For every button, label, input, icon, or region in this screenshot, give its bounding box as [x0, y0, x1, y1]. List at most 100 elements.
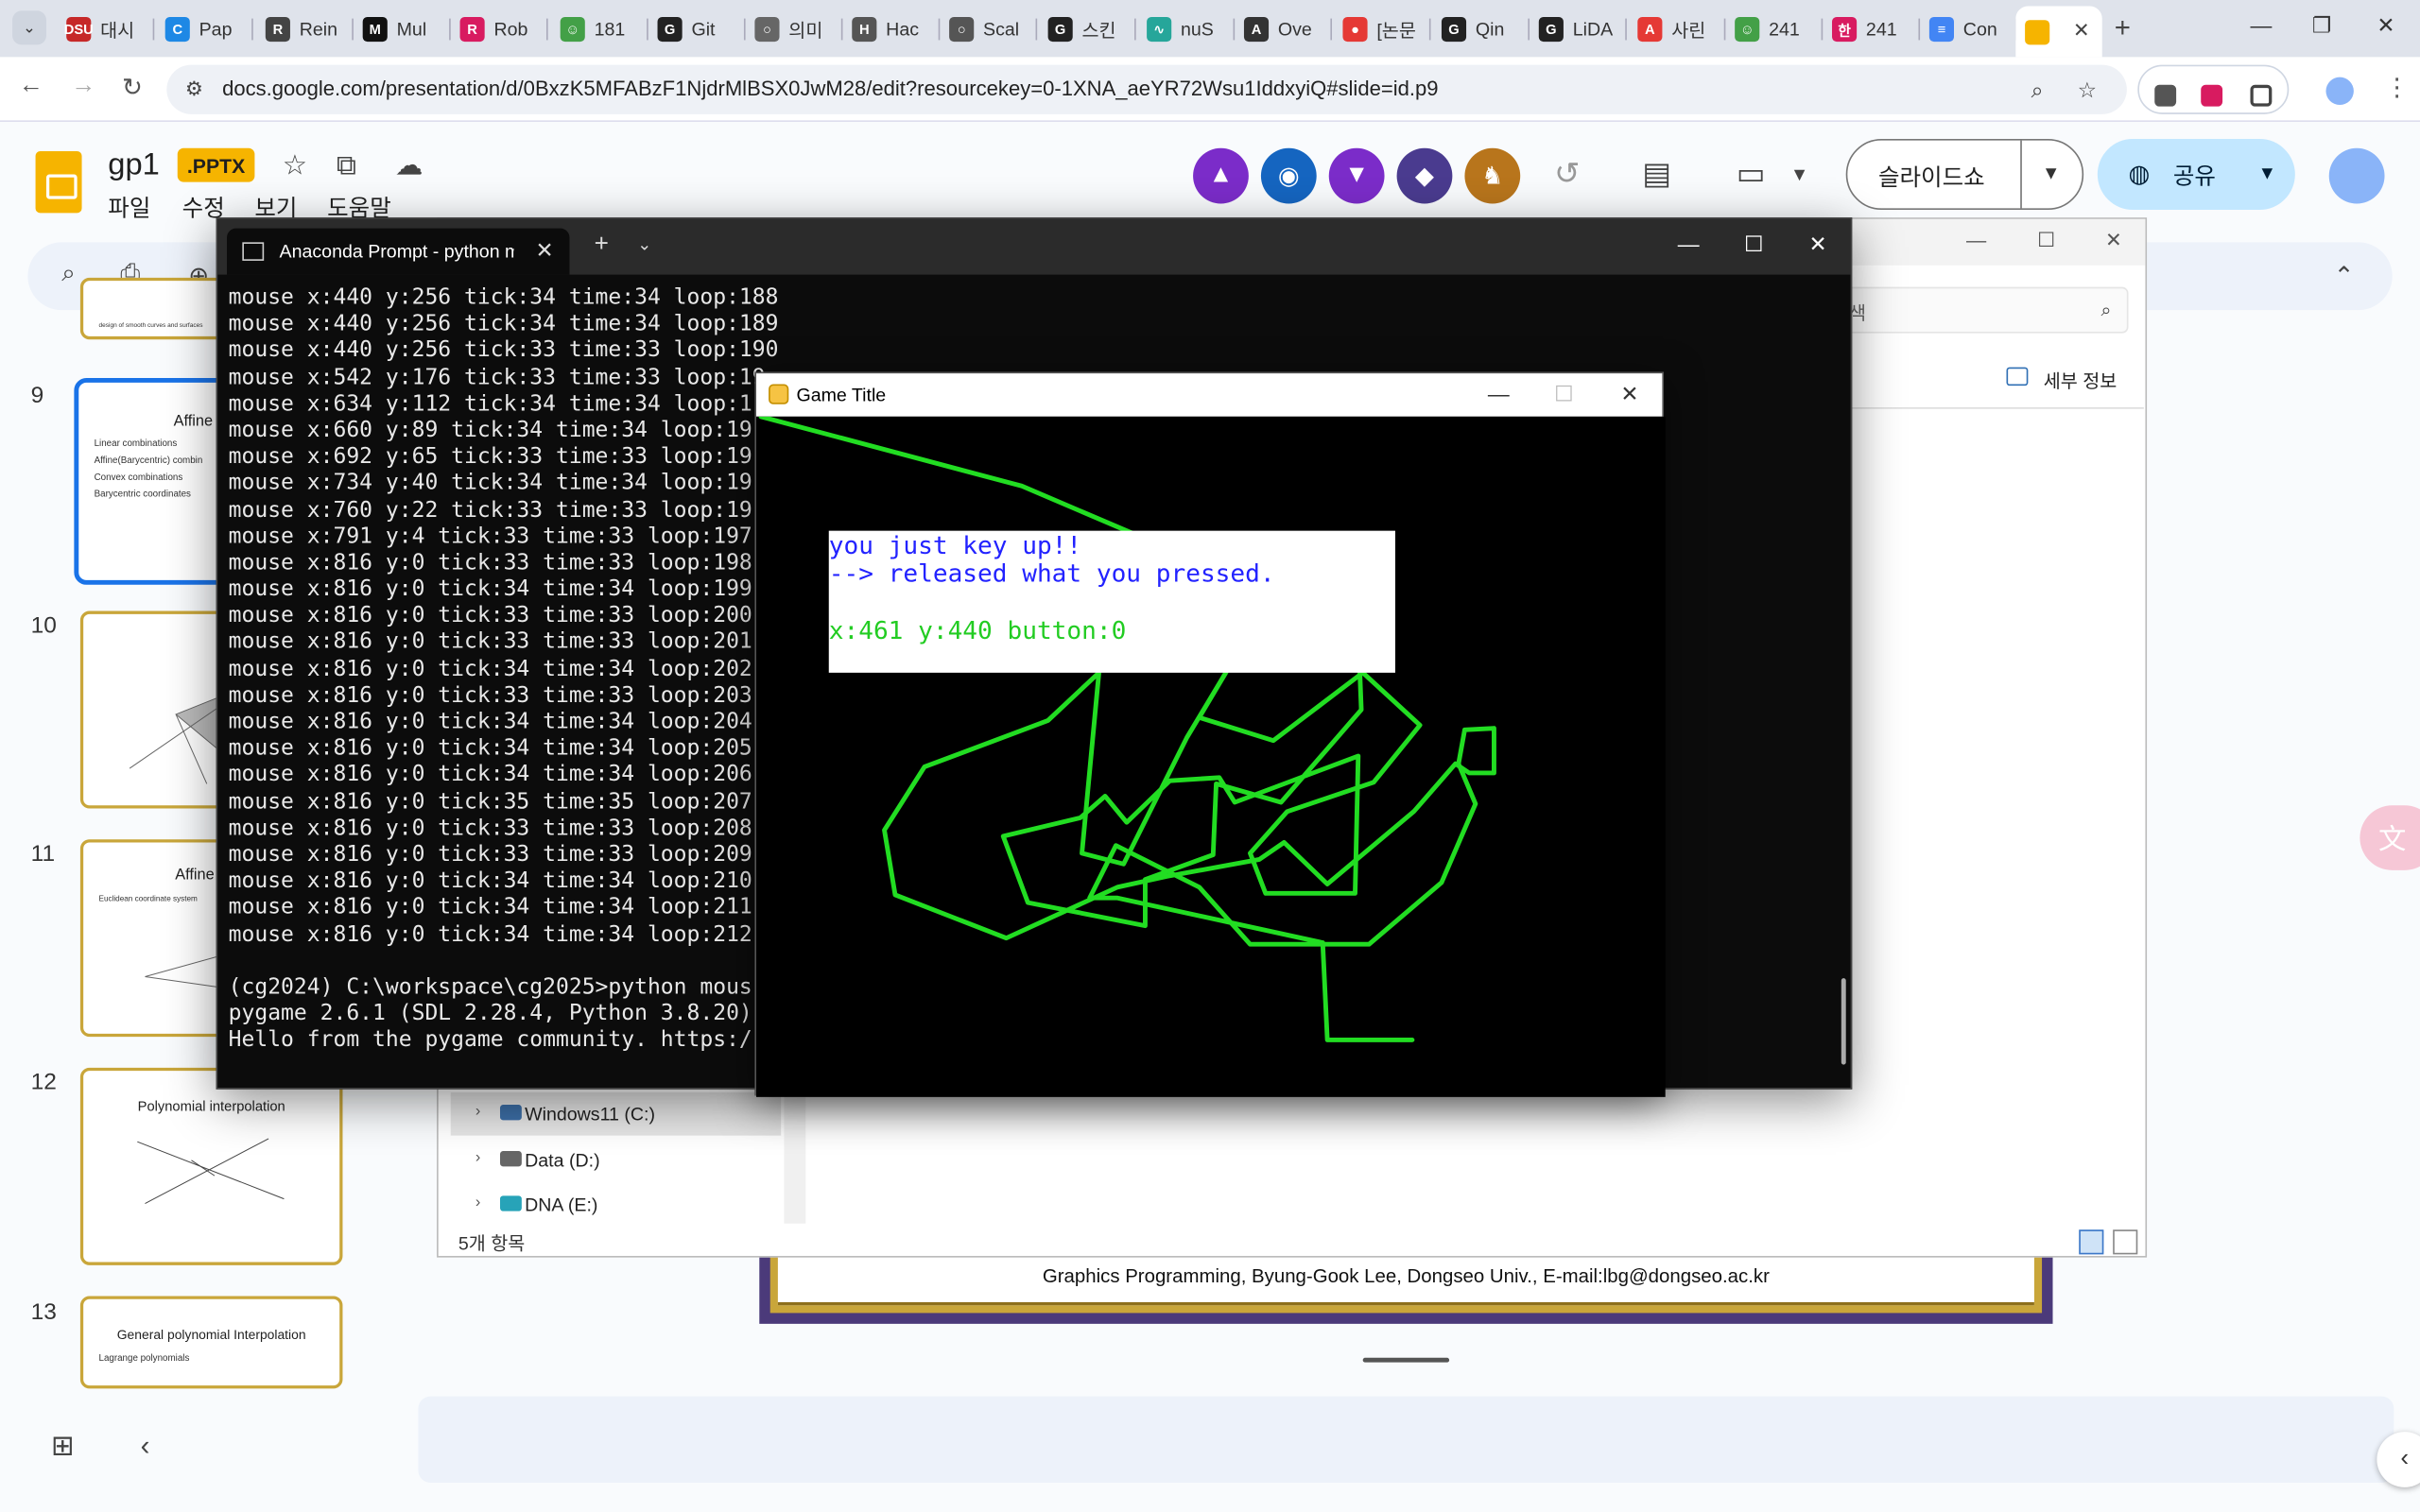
browser-tab[interactable]: H Hac — [842, 9, 932, 49]
browser-tab[interactable]: A Ove — [1235, 9, 1324, 49]
tab-separator — [1134, 18, 1136, 41]
browser-tab[interactable]: G Qin — [1432, 9, 1522, 49]
slides-logo-icon[interactable] — [35, 151, 82, 214]
chevron-right-icon[interactable]: › — [475, 1149, 480, 1166]
menu-file[interactable]: 파일 — [108, 191, 150, 223]
chevron-down-icon[interactable]: ⌄ — [637, 234, 651, 255]
qr-extension-icon[interactable] — [2154, 84, 2177, 107]
terminal-icon — [242, 242, 265, 261]
tree-item-drive-d[interactable]: › Data (D:) — [451, 1139, 781, 1182]
back-icon[interactable]: ← — [19, 73, 43, 100]
reload-icon[interactable]: ↻ — [122, 73, 143, 104]
zoom-icon[interactable]: ⌕ — [2031, 77, 2044, 104]
version-history-icon[interactable]: ↺ — [1554, 154, 1580, 193]
search-icon[interactable]: ⌕ — [61, 261, 76, 288]
minimize-icon[interactable]: — — [2250, 12, 2272, 37]
browser-tab[interactable]: DSU 대시 — [57, 9, 147, 49]
browser-tab[interactable]: ● [논문 — [1334, 9, 1424, 49]
browser-tab[interactable]: ○ 의미 — [746, 9, 836, 49]
speaker-notes[interactable] — [418, 1396, 2394, 1484]
close-icon[interactable]: ✕ — [2073, 19, 2090, 43]
collaborator-avatar[interactable]: ◉ — [1260, 147, 1317, 204]
tree-item-drive-c[interactable]: › Windows11 (C:) — [450, 1091, 782, 1136]
details-view-icon[interactable] — [2079, 1229, 2104, 1255]
address-bar[interactable]: ⚙ docs.google.com/presentation/d/0BxzK5M… — [166, 64, 2127, 114]
tree-item-drive-e[interactable]: › DNA (E:) — [451, 1183, 781, 1227]
browser-tab[interactable]: A 사린 — [1628, 9, 1718, 49]
terminal-tab[interactable]: Anaconda Prompt - python m ✕ — [227, 228, 570, 275]
maximize-icon[interactable]: ☐ — [1744, 232, 1764, 258]
forward-icon[interactable]: → — [71, 73, 95, 100]
browser-tab[interactable]: 한 241 — [1823, 9, 1912, 49]
browser-tab[interactable]: M Mul — [354, 9, 443, 49]
terminal-titlebar: Anaconda Prompt - python m ✕ + ⌄ — ☐ ✕ — [217, 218, 1851, 275]
browser-tab[interactable]: G Git — [648, 9, 738, 49]
chevron-right-icon[interactable]: › — [475, 1194, 480, 1211]
comments-icon[interactable]: ▤ — [1642, 154, 1671, 193]
move-icon[interactable]: ⧉ — [337, 149, 356, 181]
browser-tab[interactable]: R Rein — [256, 9, 346, 49]
close-window-icon[interactable]: ✕ — [2377, 12, 2394, 39]
puzzle-extensions-icon[interactable] — [2250, 84, 2273, 107]
star-icon[interactable]: ☆ — [283, 149, 307, 181]
site-info-icon[interactable]: ⚙ — [185, 77, 203, 102]
chrome-menu-icon[interactable]: ⋮ — [2385, 73, 2410, 104]
slide-canvas[interactable]: Graphics Programming, Byung-Gook Lee, Do… — [759, 1256, 2053, 1324]
browser-tab[interactable]: ☺ 241 — [1725, 9, 1815, 49]
browser-tab[interactable]: C Pap — [156, 9, 246, 49]
minimize-icon[interactable]: — — [1488, 381, 1510, 405]
cloud-status-icon[interactable]: ☁ — [395, 149, 423, 181]
game-canvas[interactable]: you just key up!! --> released what you … — [756, 416, 1666, 1097]
share-button[interactable]: ◍ 공유 ▼ — [2097, 138, 2295, 211]
terminal-output[interactable]: mouse x:440 y:256 tick:34 time:34 loop:1… — [229, 285, 779, 1055]
new-tab-icon[interactable]: + — [595, 232, 609, 259]
chevron-down-icon[interactable]: ▼ — [2042, 162, 2060, 183]
browser-tab[interactable]: ○ Scal — [940, 9, 1029, 49]
chevron-right-icon[interactable]: › — [475, 1103, 480, 1120]
active-tab[interactable]: ✕ — [2015, 6, 2102, 58]
collaborator-avatar[interactable]: ▲ — [1193, 147, 1249, 204]
browser-tab[interactable]: ☺ 181 — [551, 9, 641, 49]
minimize-icon[interactable]: — — [1966, 229, 1986, 251]
resize-handle[interactable] — [1362, 1357, 1450, 1363]
collaborator-avatar[interactable]: ▼ — [1328, 147, 1385, 204]
close-icon[interactable]: ✕ — [1809, 232, 1827, 258]
slide-thumbnail[interactable]: Polynomial interpolation — [79, 1067, 343, 1265]
scrollbar[interactable] — [1841, 978, 1846, 1065]
url-text[interactable]: docs.google.com/presentation/d/0BxzK5MFA… — [222, 77, 1438, 100]
bookmark-star-icon[interactable]: ☆ — [2078, 77, 2098, 104]
collaborator-avatar[interactable]: ◆ — [1396, 147, 1453, 204]
browser-tab[interactable]: G 스킨 — [1039, 9, 1129, 49]
close-icon[interactable]: ✕ — [536, 237, 554, 264]
tiles-view-icon[interactable] — [2113, 1229, 2138, 1255]
new-tab-button[interactable]: + — [2115, 12, 2131, 44]
chevron-down-icon[interactable]: ▼ — [2258, 162, 2276, 183]
meet-icon[interactable]: ▭ — [1737, 154, 1766, 193]
collapse-toolbar-icon[interactable]: ⌃ — [2334, 261, 2355, 292]
minimize-icon[interactable]: — — [1678, 232, 1700, 256]
scrollbar[interactable] — [784, 1091, 806, 1224]
browser-tab[interactable]: G LiDA — [1530, 9, 1619, 49]
translate-icon[interactable]: 文 — [2360, 805, 2420, 870]
collapse-filmstrip-icon[interactable]: ‹ — [141, 1431, 150, 1463]
profile-icon[interactable] — [2325, 77, 2354, 106]
details-pane-icon[interactable] — [2006, 367, 2029, 387]
details-button[interactable]: 세부 정보 — [2044, 368, 2118, 394]
browser-tab[interactable]: ∿ nuS — [1137, 9, 1227, 49]
grid-view-icon[interactable]: ⊞ — [51, 1431, 75, 1463]
close-icon[interactable]: ✕ — [2105, 229, 2122, 253]
slide-thumbnail[interactable]: General polynomial Interpolation Lagrang… — [79, 1296, 343, 1389]
maximize-icon[interactable]: ☐ — [2037, 229, 2055, 253]
explorer-search-input[interactable]: 색 ⌕ — [1835, 286, 2129, 334]
meet-dropdown-icon[interactable]: ▼ — [1790, 163, 1808, 185]
browser-tab[interactable]: R Rob — [451, 9, 541, 49]
close-icon[interactable]: ✕ — [1620, 381, 1638, 407]
document-title[interactable]: gp1 — [108, 148, 159, 184]
tab-search-button[interactable]: ⌄ — [12, 10, 46, 45]
translate-extension-icon[interactable] — [2201, 84, 2223, 107]
avatar[interactable] — [2328, 147, 2385, 204]
slideshow-button[interactable]: 슬라이드쇼 ▼ — [1845, 138, 2084, 211]
restore-icon[interactable]: ❐ — [2312, 12, 2332, 39]
collaborator-avatar[interactable]: ♞ — [1464, 147, 1521, 204]
browser-tab[interactable]: ≡ Con — [1920, 9, 2010, 49]
